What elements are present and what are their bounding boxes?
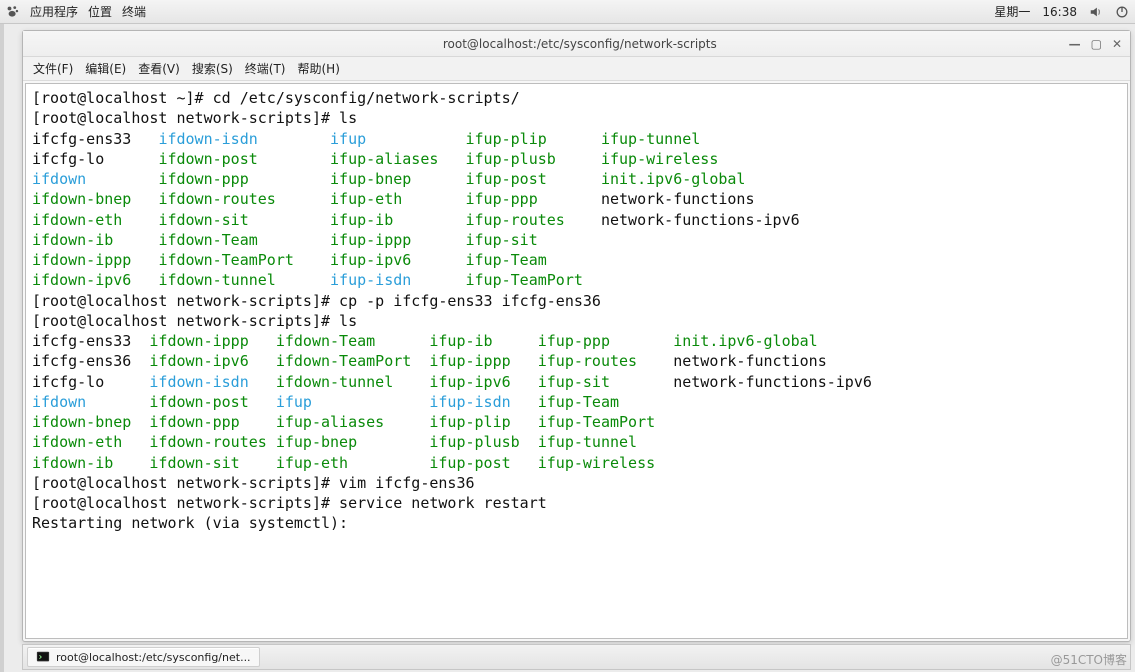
desktop: root@localhost:/etc/sysconfig/network-sc… <box>0 24 1135 672</box>
minimize-button[interactable]: — <box>1069 37 1081 51</box>
menu-view[interactable]: 查看(V) <box>134 58 184 79</box>
menu-applications[interactable]: 应用程序 <box>30 3 78 20</box>
menu-places[interactable]: 位置 <box>88 3 112 20</box>
watermark: @51CTO博客 <box>1051 651 1127 668</box>
terminal-output[interactable]: [root@localhost ~]# cd /etc/sysconfig/ne… <box>25 83 1128 639</box>
panel-day: 星期一 <box>994 3 1030 20</box>
power-icon[interactable] <box>1115 5 1129 19</box>
menu-file[interactable]: 文件(F) <box>29 58 77 79</box>
window-menubar: 文件(F) 编辑(E) 查看(V) 搜索(S) 终端(T) 帮助(H) <box>23 57 1130 81</box>
menu-edit[interactable]: 编辑(E) <box>81 58 130 79</box>
menu-search[interactable]: 搜索(S) <box>188 58 237 79</box>
activities-icon[interactable] <box>6 5 20 19</box>
maximize-button[interactable]: ▢ <box>1091 37 1102 51</box>
terminal-window: root@localhost:/etc/sysconfig/network-sc… <box>22 30 1131 642</box>
volume-icon[interactable] <box>1089 5 1103 19</box>
taskbar-item-label: root@localhost:/etc/sysconfig/net... <box>56 651 251 664</box>
taskbar-terminal-item[interactable]: root@localhost:/etc/sysconfig/net... <box>27 647 260 667</box>
window-titlebar[interactable]: root@localhost:/etc/sysconfig/network-sc… <box>23 31 1130 57</box>
panel-time: 16:38 <box>1042 5 1077 19</box>
bottom-panel: root@localhost:/etc/sysconfig/net... <box>22 644 1131 670</box>
menu-help[interactable]: 帮助(H) <box>294 58 344 79</box>
menu-terminal-win[interactable]: 终端(T) <box>241 58 290 79</box>
menu-terminal[interactable]: 终端 <box>122 3 146 20</box>
window-title: root@localhost:/etc/sysconfig/network-sc… <box>443 37 717 51</box>
top-panel: 应用程序 位置 终端 星期一 16:38 <box>0 0 1135 24</box>
close-button[interactable]: ✕ <box>1112 37 1122 51</box>
